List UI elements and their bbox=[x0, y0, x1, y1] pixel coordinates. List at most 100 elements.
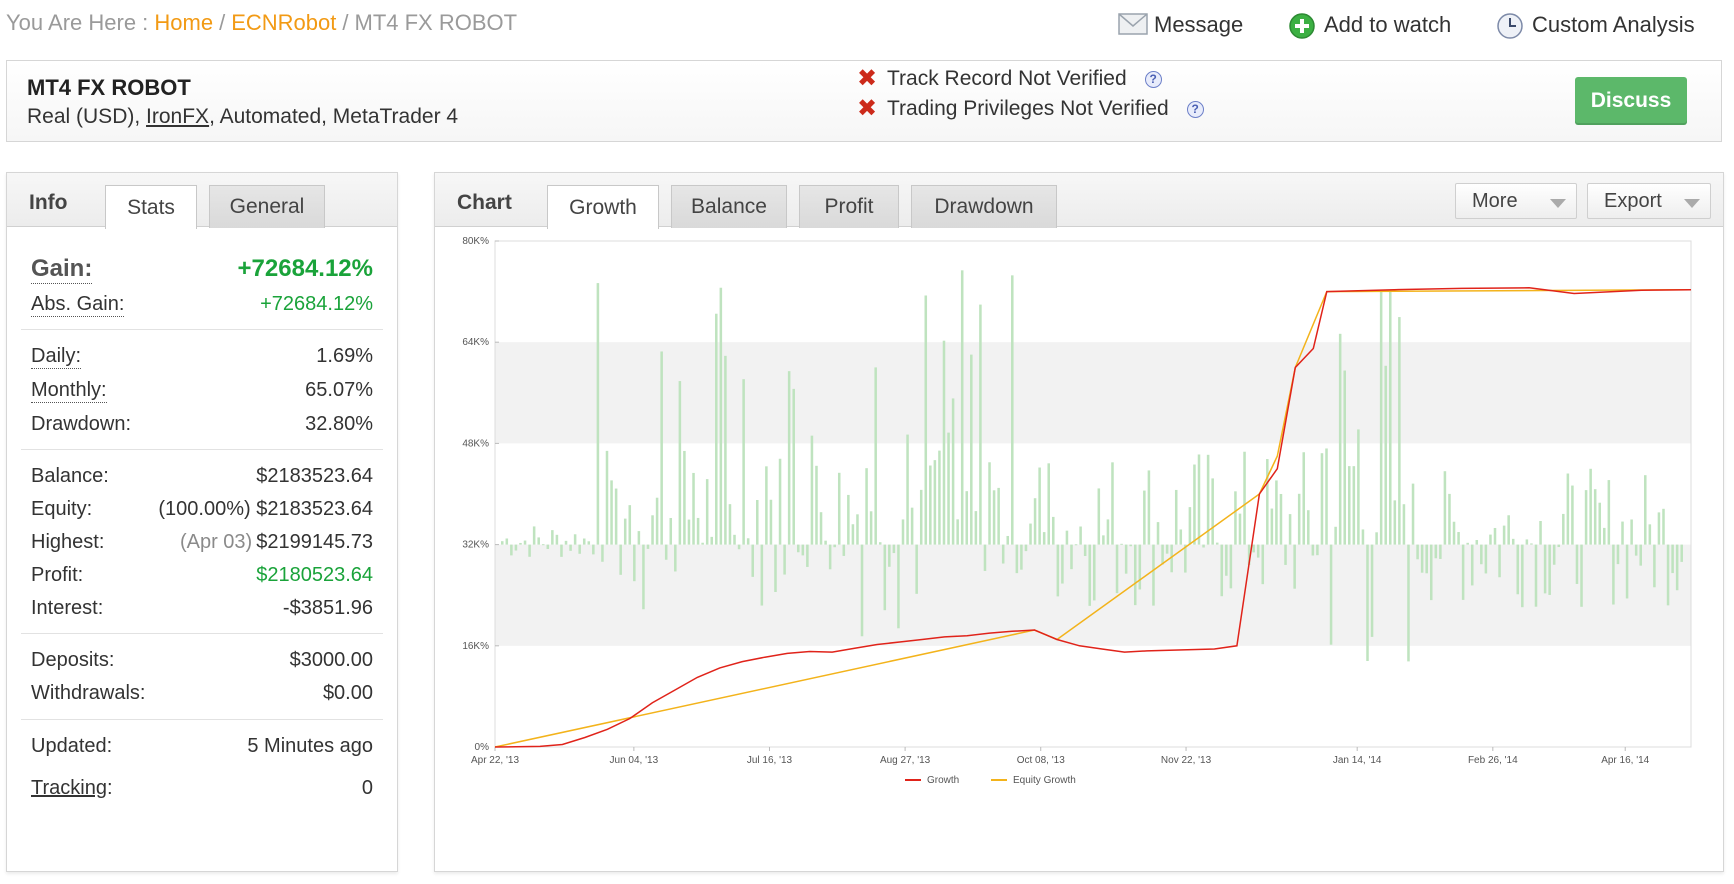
daily-bar bbox=[1093, 544, 1096, 601]
daily-bar bbox=[1229, 544, 1233, 589]
info-title: Info bbox=[29, 191, 68, 214]
daily-bar bbox=[1006, 535, 1010, 545]
daily-bar bbox=[1666, 544, 1670, 606]
daily-bar bbox=[683, 450, 686, 545]
abs-gain-label[interactable]: Abs. Gain: bbox=[31, 293, 125, 317]
x-tick-label: Jun 04, '13 bbox=[610, 755, 659, 766]
daily-bar bbox=[988, 462, 991, 545]
daily-bar bbox=[569, 544, 572, 551]
daily-bar bbox=[833, 544, 836, 548]
daily-bar bbox=[1552, 544, 1556, 565]
y-tick-label: 16K% bbox=[462, 641, 489, 652]
daily-bar bbox=[974, 511, 978, 545]
breadcrumb-home-link[interactable]: Home bbox=[154, 10, 213, 35]
daily-bar bbox=[728, 504, 732, 545]
daily-bar bbox=[1416, 544, 1419, 560]
daily-bar bbox=[1220, 544, 1224, 597]
daily-bar bbox=[724, 355, 727, 545]
daily-bar bbox=[1161, 544, 1164, 565]
legend-equity-label: Equity Growth bbox=[1013, 775, 1076, 786]
broker-link[interactable]: IronFX bbox=[146, 105, 209, 128]
export-dropdown[interactable]: Export bbox=[1587, 183, 1711, 219]
daily-bar bbox=[1033, 498, 1037, 545]
daily-bar bbox=[888, 544, 891, 567]
tracking-row: Tracking: 0 bbox=[31, 777, 373, 800]
daily-bar bbox=[1270, 508, 1274, 545]
add-to-watch-link[interactable]: Add to watch bbox=[1288, 12, 1452, 39]
daily-bar bbox=[1557, 544, 1561, 548]
plot-border bbox=[494, 240, 1692, 748]
daily-value: 1.69% bbox=[316, 345, 373, 367]
daily-bar bbox=[1311, 544, 1315, 556]
discuss-button[interactable]: Discuss bbox=[1575, 77, 1687, 125]
daily-bar bbox=[1389, 290, 1392, 545]
daily-bar bbox=[596, 283, 600, 545]
add-to-watch-label: Add to watch bbox=[1324, 12, 1452, 37]
help-icon[interactable]: ? bbox=[1144, 70, 1162, 88]
divider bbox=[21, 449, 383, 450]
breadcrumb-parent-link[interactable]: ECNRobot bbox=[231, 10, 336, 35]
daily-bar bbox=[1443, 471, 1447, 545]
daily-bar bbox=[546, 544, 550, 549]
daily-bar bbox=[1543, 544, 1547, 594]
x-tick-label: Feb 26, '14 bbox=[1468, 755, 1518, 766]
more-dropdown[interactable]: More bbox=[1455, 183, 1577, 219]
legend-growth-label: Growth bbox=[927, 775, 959, 786]
daily-bar bbox=[1603, 527, 1606, 545]
clock-icon bbox=[1496, 12, 1524, 39]
daily-bar bbox=[696, 517, 700, 545]
daily-bar bbox=[660, 351, 663, 545]
deposits-row: Deposits: $3000.00 bbox=[31, 649, 373, 672]
daily-bar bbox=[1079, 526, 1082, 545]
daily-bar bbox=[1361, 529, 1365, 545]
daily-bar bbox=[837, 472, 841, 545]
daily-bar bbox=[646, 544, 650, 549]
daily-bar bbox=[856, 514, 859, 545]
daily-bar bbox=[960, 270, 964, 545]
daily-bar bbox=[1379, 291, 1383, 545]
daily-bar bbox=[501, 541, 504, 545]
daily-bar bbox=[715, 313, 718, 545]
tab-balance[interactable]: Balance bbox=[671, 185, 787, 228]
gain-label[interactable]: Gain: bbox=[31, 255, 93, 284]
withdrawals-label: Withdrawals: bbox=[31, 682, 146, 704]
highest-value: $2199145.73 bbox=[256, 531, 373, 553]
info-panel-header: Info Stats General bbox=[7, 173, 397, 229]
tab-general[interactable]: General bbox=[209, 185, 325, 228]
tab-stats[interactable]: Stats bbox=[105, 185, 197, 229]
daily-bar bbox=[587, 541, 591, 545]
message-link[interactable]: Message bbox=[1118, 12, 1243, 38]
daily-bar bbox=[1411, 483, 1415, 545]
equity-row: Equity: (100.00%) $2183523.64 bbox=[31, 498, 373, 521]
help-icon[interactable]: ? bbox=[1186, 100, 1204, 118]
daily-bar bbox=[1024, 544, 1028, 552]
monthly-label[interactable]: Monthly: bbox=[31, 379, 107, 403]
daily-bar bbox=[678, 381, 682, 545]
tracking-link[interactable]: Tracking bbox=[31, 777, 107, 799]
custom-analysis-link[interactable]: Custom Analysis bbox=[1496, 12, 1695, 39]
daily-bar bbox=[1375, 532, 1378, 545]
divider bbox=[21, 633, 383, 634]
breadcrumb: You Are Here : Home / ECNRobot / MT4 FX ROBO… bbox=[6, 10, 517, 36]
daily-bar bbox=[623, 518, 627, 545]
daily-bar bbox=[1338, 333, 1342, 545]
red-x-icon: ✖ bbox=[857, 65, 878, 92]
daily-label[interactable]: Daily: bbox=[31, 345, 82, 369]
tab-drawdown[interactable]: Drawdown bbox=[911, 185, 1057, 228]
daily-bar bbox=[1402, 504, 1406, 545]
tab-profit[interactable]: Profit bbox=[799, 185, 899, 228]
tab-growth[interactable]: Growth bbox=[547, 185, 659, 229]
highest-row: Highest: (Apr 03) $2199145.73 bbox=[31, 531, 373, 554]
drawdown-label: Drawdown: bbox=[31, 413, 132, 435]
daily-bar bbox=[778, 458, 782, 545]
equity-value-group: (100.00%) $2183523.64 bbox=[158, 498, 373, 521]
daily-bar bbox=[1621, 521, 1624, 545]
daily-bar bbox=[869, 511, 873, 545]
daily-bar bbox=[1429, 544, 1433, 601]
daily-bar bbox=[1020, 544, 1023, 570]
daily-bar bbox=[1625, 544, 1629, 599]
daily-bar bbox=[1680, 544, 1683, 562]
chart-title: Chart bbox=[457, 191, 512, 214]
drawdown-row: Drawdown: 32.80% bbox=[31, 413, 373, 436]
daily-bar bbox=[523, 540, 527, 545]
